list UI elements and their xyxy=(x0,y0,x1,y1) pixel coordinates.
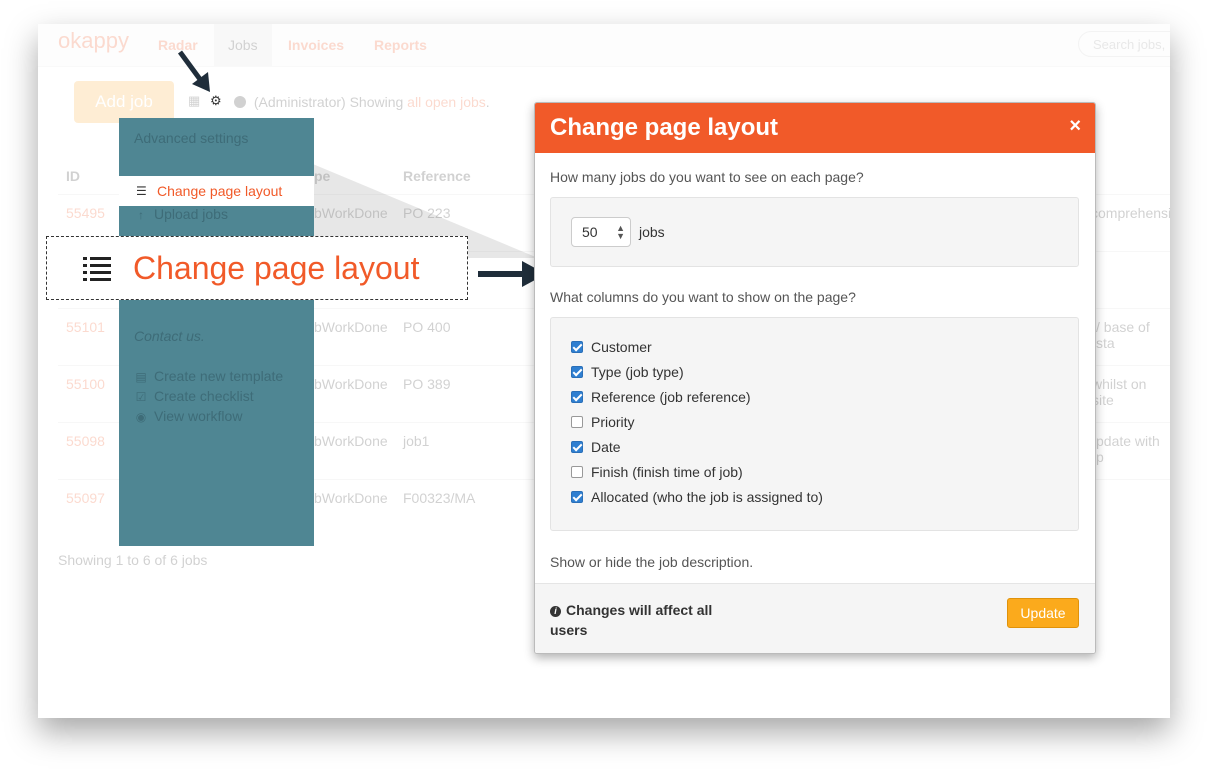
column-option-label: Reference (job reference) xyxy=(591,389,751,405)
row-description: comprehensi xyxy=(1091,205,1170,221)
close-icon[interactable]: × xyxy=(1069,115,1081,138)
info-icon: i xyxy=(550,606,561,617)
showing-status: (Administrator) Showing all open jobs. xyxy=(234,94,490,110)
column-option-label: Priority xyxy=(591,414,635,430)
update-button[interactable]: Update xyxy=(1007,598,1079,628)
contact-link[interactable]: Contact us. xyxy=(134,328,205,344)
row-type: bWorkDone xyxy=(314,433,388,449)
jobs-per-page-value: 50 xyxy=(582,224,598,240)
row-id[interactable]: 55098 xyxy=(66,433,105,449)
menu-title: Advanced settings xyxy=(134,130,249,146)
columns-question: What columns do you want to show on the … xyxy=(550,289,856,305)
upload-icon: ↑ xyxy=(138,208,144,222)
row-reference: F00323/MA xyxy=(403,490,476,506)
dialog-title: Change page layout xyxy=(550,114,779,141)
jobs-per-page-question: How many jobs do you want to see on each… xyxy=(550,169,864,185)
menu-item-label: Change page layout xyxy=(157,183,283,199)
zoom-callout: Change page layout xyxy=(46,236,468,300)
advanced-settings-menu: Advanced settings ☰ Change page layout ↑… xyxy=(119,118,314,546)
jobs-per-page-well: 50 ▲ ▼ jobs xyxy=(550,197,1079,267)
checkbox[interactable] xyxy=(571,341,583,353)
checkbox[interactable] xyxy=(571,416,583,428)
jobs-unit-label: jobs xyxy=(639,224,665,240)
checkbox[interactable] xyxy=(571,441,583,453)
search-input[interactable]: Search jobs, xyxy=(1078,31,1170,57)
columns-well: Customer Type (job type) Reference (job … xyxy=(550,317,1079,531)
column-option-label: Finish (finish time of job) xyxy=(591,464,743,480)
menu-item-create-template[interactable]: ▤ Create new template xyxy=(134,368,283,384)
callout-label: Change page layout xyxy=(133,250,420,286)
list-icon xyxy=(83,257,111,281)
row-description: whilst on site xyxy=(1092,376,1147,408)
menu-item-label: View workflow xyxy=(154,408,243,424)
column-option-label: Type (job type) xyxy=(591,364,684,380)
showing-link[interactable]: all open jobs xyxy=(407,94,486,110)
row-type: bWorkDone xyxy=(314,319,388,335)
row-id[interactable]: 55100 xyxy=(66,376,105,392)
menu-item-label: Create new template xyxy=(154,368,284,384)
list-icon: ☰ xyxy=(136,184,147,198)
column-option-label: Date xyxy=(591,439,621,455)
menu-item-change-page-layout[interactable]: ☰ Change page layout xyxy=(119,176,314,206)
nav-invoices[interactable]: Invoices xyxy=(288,37,344,53)
row-reference: PO 389 xyxy=(403,376,451,392)
add-job-button[interactable]: Add job xyxy=(74,81,174,123)
footer-note-text: Changes will affect all users xyxy=(550,602,713,638)
menu-item-view-workflow[interactable]: ◉ View workflow xyxy=(134,408,243,424)
jobs-per-page-select[interactable]: 50 ▲ ▼ xyxy=(571,217,631,247)
column-option-label: Allocated (who the job is assigned to) xyxy=(591,489,823,505)
gear-icon[interactable]: ⚙ xyxy=(210,93,222,109)
checkbox[interactable] xyxy=(571,466,583,478)
calendar-icon[interactable]: ▦ xyxy=(188,93,200,109)
menu-item-label: Upload jobs xyxy=(154,206,228,222)
nav-reports[interactable]: Reports xyxy=(374,37,427,53)
showing-suffix: . xyxy=(485,94,490,110)
checklist-icon: ☑ xyxy=(135,390,147,404)
row-reference: PO 400 xyxy=(403,319,451,335)
eye-icon: ◉ xyxy=(135,410,147,424)
menu-item-label: Create checklist xyxy=(154,388,254,404)
column-option-label: Customer xyxy=(591,339,652,355)
menu-item-create-checklist[interactable]: ☑ Create checklist xyxy=(134,388,254,404)
row-description: / base of sta xyxy=(1096,319,1150,351)
row-type: bWorkDone xyxy=(314,490,388,506)
checkbox[interactable] xyxy=(571,391,583,403)
row-reference: job1 xyxy=(403,433,430,449)
app-window: okappy Radar Jobs Invoices Reports Searc… xyxy=(38,24,1170,718)
footer-note: i Changes will affect all users xyxy=(550,600,740,640)
template-icon: ▤ xyxy=(135,370,147,384)
description-question: Show or hide the job description. xyxy=(550,554,754,570)
dialog-header: Change page layout × xyxy=(535,103,1095,153)
row-id[interactable]: 55097 xyxy=(66,490,105,506)
info-icon xyxy=(234,96,246,108)
checkbox[interactable] xyxy=(571,366,583,378)
showing-prefix: (Administrator) Showing xyxy=(253,94,404,110)
table-footer: Showing 1 to 6 of 6 jobs xyxy=(58,552,208,568)
arrow-down-icon xyxy=(177,50,210,92)
logo: okappy xyxy=(58,28,129,53)
select-caret-icon: ▲ ▼ xyxy=(616,223,625,241)
change-page-layout-dialog: Change page layout × How many jobs do yo… xyxy=(534,102,1096,654)
checkbox[interactable] xyxy=(571,491,583,503)
row-type: bWorkDone xyxy=(314,376,388,392)
row-id[interactable]: 55101 xyxy=(66,319,105,335)
dialog-footer: i Changes will affect all users Update xyxy=(535,583,1095,653)
row-description: pdate with p xyxy=(1096,433,1160,465)
nav-jobs[interactable]: Jobs xyxy=(214,24,272,66)
menu-item-upload-jobs[interactable]: ↑ Upload jobs xyxy=(134,206,228,222)
